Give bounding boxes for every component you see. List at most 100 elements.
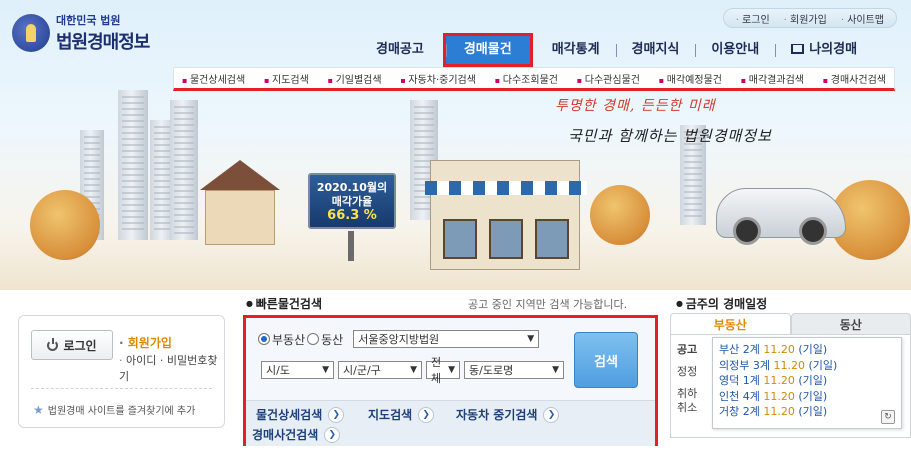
quick-link-label: 물건상세검색 [256,408,323,422]
tab-movable[interactable]: 동산 [790,313,911,335]
schedule-court: 인천 4계 [719,389,760,403]
schedule-court: 의정부 3계 [719,358,770,372]
quick-link-label: 지도검색 [368,408,413,422]
bookmark-link[interactable]: ★ 법원경매 사이트를 즐겨찾기에 추가 [33,402,196,418]
login-button-label: 로그인 [63,338,97,353]
nav-sale-statistics[interactable]: 매각통계 [536,36,616,64]
subnav-map-search[interactable]: 지도검색 [264,71,309,86]
apartment-illustration [170,100,198,240]
schedule-date: 11.20 [763,405,795,419]
subnav-detail-search[interactable]: 물건상세검색 [182,71,245,86]
book-icon [791,44,805,54]
subnav-case-search[interactable]: 경매사건검색 [823,71,886,86]
list-item[interactable]: 인천 4계 11.20 (기일) [719,389,895,405]
car-illustration [716,188,846,245]
slogan-line1: 투명한 경매, 든든한 미래 [555,98,716,114]
sub-nav: 물건상세검색 지도검색 기일별검색 자동차·중기검색 다수조회물건 다수관심물건… [173,67,895,91]
list-item[interactable]: 부산 2계 11.20 (기일) [719,342,895,358]
quick-link-detail-search[interactable]: 물건상세검색 ❯ [256,406,345,423]
tree-illustration [30,190,100,260]
util-join-link[interactable]: 회원가입 [784,11,827,26]
chevron-down-icon: ▼ [448,365,455,375]
sido-select[interactable]: 시/도 ▼ [261,361,334,379]
court-emblem-icon [12,14,50,52]
nav-auction-items[interactable]: 경매물건 [442,33,533,67]
billboard-rate: 66.3 % [327,208,377,223]
arrow-right-icon: ❯ [324,426,341,443]
quick-search-note: 공고 중인 지역만 검색 가능합니다. [468,298,628,311]
main-nav: 경매공고 경매물건 매각통계 경매지식 이용안내 나의경매 [360,33,873,67]
nav-usage-guide[interactable]: 이용안내 [695,36,775,64]
subnav-vehicle-search[interactable]: 자동차·중기검색 [400,71,476,86]
type-select[interactable]: 전체 ▼ [426,356,460,385]
join-link[interactable]: 회원가입 [119,334,172,351]
sigungu-select[interactable]: 시/군/구 ▼ [338,361,422,379]
power-icon [47,337,59,351]
sale-rate-billboard: 2020.10월의 매각가율 66.3 % [308,173,396,229]
billboard-line1: 2020.10월의 [316,181,388,194]
hero-banner: 2020.10월의 매각가율 66.3 % 투명한 경매, 든든한 미래 국민과… [0,0,911,290]
court-select[interactable]: 서울중앙지방법원 ▼ [353,330,540,348]
list-item[interactable]: 거창 2계 11.20 (기일) [719,404,895,420]
slogan-line2: 국민과 함께하는 법원경매정보 [568,127,772,145]
quick-link-vehicle-search[interactable]: 자동차 중기검색 ❯ [456,406,560,423]
schedule-list: 부산 2계 11.20 (기일) 의정부 3계 11.20 (기일) 영덕 1계… [712,337,902,429]
logo-title: 법원경매정보 [56,32,150,53]
apartment-illustration [118,90,148,240]
dong-select[interactable]: 동/도로명 ▼ [464,361,564,379]
subnav-most-viewed[interactable]: 다수조회물건 [495,71,558,86]
schedule-type: (기일) [798,405,828,419]
subnav-scheduled-sale[interactable]: 매각예정물건 [659,71,722,86]
quick-link-label: 자동차 중기검색 [456,408,538,422]
schedule-filter-notice[interactable]: 공고 [677,341,713,357]
site-logo[interactable]: 대한민국 법원 법원경매정보 [12,12,150,54]
star-icon: ★ [33,402,44,417]
billboard-line2: 매각가율 [331,195,373,208]
schedule-type: (기일) [798,343,828,356]
quick-link-map-search[interactable]: 지도검색 ❯ [368,406,435,423]
quick-link-case-search[interactable]: 경매사건검색 ❯ [252,426,341,443]
util-sitemap-link[interactable]: 사이트맵 [841,11,884,26]
login-button[interactable]: 로그인 [31,330,113,360]
schedule-type: (기일) [798,374,828,388]
quick-link-label: 경매사건검색 [252,428,319,442]
subnav-most-interested[interactable]: 다수관심물건 [577,71,640,86]
search-button[interactable]: 검색 [574,332,638,388]
schedule-date: 11.20 [763,343,795,356]
billboard-pole [348,231,354,261]
window-illustration [489,219,523,259]
tab-realty[interactable]: 부동산 [670,313,791,335]
schedule-filter-cancel[interactable]: 취소 [677,399,713,415]
nav-my-auction-label: 나의경매 [809,42,858,57]
nav-my-auction[interactable]: 나의경매 [775,36,873,64]
realty-radio[interactable] [258,333,270,345]
arrow-right-icon: ❯ [418,406,435,423]
shop-illustration [425,160,587,270]
schedule-type: (기일) [798,389,828,403]
type-select-value: 전체 [431,356,442,385]
sigungu-select-value: 시/군/구 [343,364,381,377]
quick-search-title: 빠른물건검색 [246,295,322,312]
chevron-down-icon: ▼ [527,334,535,344]
util-login-link[interactable]: 로그인 [736,11,770,26]
window-illustration [535,219,569,259]
list-item[interactable]: 영덕 1계 11.20 (기일) [719,373,895,389]
movable-radio[interactable] [307,333,320,345]
list-item[interactable]: 의정부 3계 11.20 (기일) [719,358,895,374]
subnav-sale-result[interactable]: 매각결과검색 [741,71,804,86]
divider [31,388,212,389]
bookmark-label: 법원경매 사이트를 즐겨찾기에 추가 [47,406,196,417]
nav-auction-notice[interactable]: 경매공고 [360,36,440,64]
schedule-tabs: 부동산 동산 [670,313,911,335]
subnav-date-search[interactable]: 기일별검색 [328,71,382,86]
refresh-icon[interactable]: ↻ [881,410,895,424]
chevron-down-icon: ▼ [322,365,329,375]
schedule-court: 거창 2계 [719,405,760,419]
schedule-filter-correction[interactable]: 정정 [677,363,713,379]
nav-auction-knowledge[interactable]: 경매지식 [615,36,696,64]
house-illustration [205,190,275,245]
logo-subtitle: 대한민국 법원 [56,14,121,27]
find-id-password-link[interactable]: 아이디 · 비밀번호찾기 [119,352,224,384]
court-select-value: 서울중앙지방법원 [358,333,440,346]
schedule-court: 부산 2계 [719,343,760,356]
